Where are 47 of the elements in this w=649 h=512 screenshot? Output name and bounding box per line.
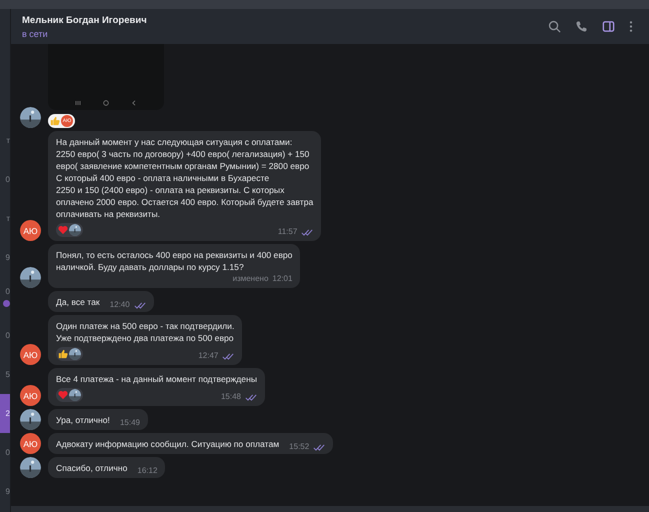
edited-label: изменено (232, 274, 268, 284)
chat-list-item[interactable]: 5 (0, 355, 10, 394)
side-panel-icon[interactable] (602, 20, 615, 33)
recents-icon (74, 99, 82, 107)
message-time: 12:47 (198, 351, 218, 361)
search-icon[interactable] (548, 20, 561, 33)
home-icon (102, 99, 110, 107)
phone-icon[interactable] (575, 20, 588, 33)
message-text: Адвокату информацию сообщил. Ситуацию по оплатам (56, 438, 280, 450)
message-text: Понял, то есть осталось 400 евро на реквизиты и 400 евро наличкой. Буду давать доллары по курсу 1.15? (56, 249, 292, 273)
message-text: На данный момент у нас следующая ситуация с оплатами: 2250 евро( 3 часть по договору) +400 евро( легализация) + 150 евро( заявление компетентным органам Румынии) = 2800 евро С который 400 евро - оплата наличными в Бухаресте 2250 и 150 (2400 евро) - оплата на реквизиты. С которых оплачено 2000 евро. Остается 400 евро. Который будете завтра оплачивать на реквизиты. (56, 136, 314, 220)
chat-list-item[interactable]: 0 (0, 277, 10, 316)
heart-icon (58, 225, 68, 235)
message-text: Да, все так (56, 296, 100, 308)
message-text: Ура, отлично! (56, 414, 110, 426)
initials-avatar: АЮ (20, 344, 41, 365)
chat-list-item[interactable]: 0 (0, 160, 10, 199)
message-text: Один платеж на 500 евро - так подтвердили. Уже подтверждено два платежа по 500 евро (56, 320, 234, 344)
menu-icon[interactable] (629, 20, 633, 33)
initials-avatar: АЮ (20, 220, 41, 241)
message-time: 12:40 (110, 300, 130, 310)
reaction-chip[interactable] (56, 347, 83, 361)
chat-list-item[interactable]: 0 (0, 316, 10, 355)
online-status: в сети (22, 28, 49, 38)
message-time: 11:57 (278, 227, 298, 237)
message-time: 15:48 (220, 392, 242, 402)
message-text: Все 4 платежа - на данный момент подтверждены (56, 373, 258, 385)
contact-name: Мельник Богдан Игоревич (22, 14, 147, 26)
initials-avatar: АЮ (20, 433, 41, 454)
thumbs-up-icon (58, 349, 68, 359)
chat-list-item[interactable]: 9 (0, 238, 10, 277)
thumbs-up-icon (50, 116, 60, 126)
initials-avatar: АЮ (20, 385, 41, 406)
message-text: Спасибо, отлично (56, 462, 128, 474)
message-time: 15:49 (120, 418, 140, 428)
chat-list-item[interactable]: т (0, 121, 10, 160)
chat-list-item[interactable]: 9 (0, 472, 10, 511)
message-time: 15:52 (289, 442, 310, 452)
chat-list-item[interactable]: 2 (0, 394, 10, 433)
message-time: 16:12 (137, 466, 158, 476)
message-time: 12:01 (272, 274, 292, 284)
reaction-chip[interactable] (56, 388, 83, 402)
chat-list-item[interactable]: т (0, 199, 10, 238)
back-icon (130, 99, 138, 107)
chat-list-item[interactable]: 0 (0, 433, 10, 472)
heart-icon (58, 390, 68, 400)
reaction-chip[interactable] (56, 223, 83, 237)
